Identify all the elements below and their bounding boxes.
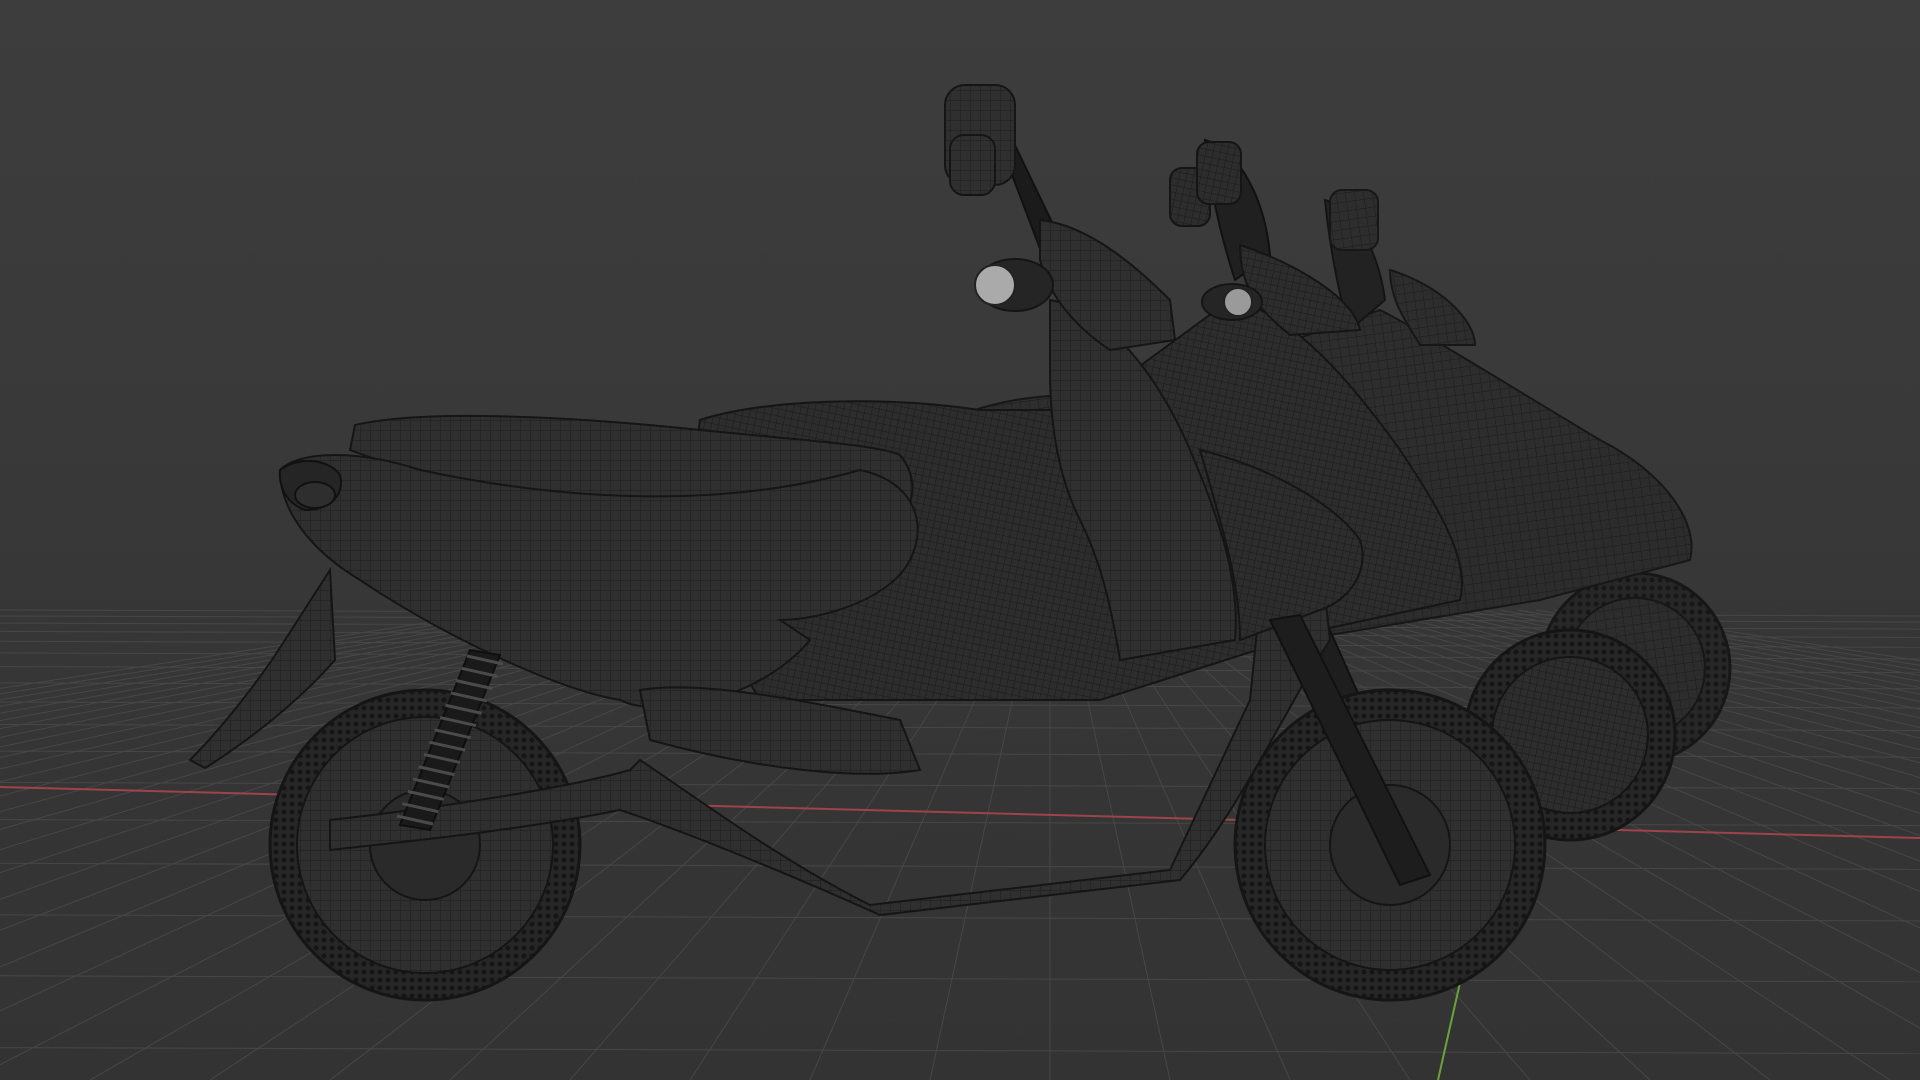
headlight-front bbox=[974, 264, 1016, 306]
3d-viewport[interactable] bbox=[0, 0, 1920, 1080]
lower-body-front bbox=[638, 686, 922, 775]
scooter-front[interactable] bbox=[0, 0, 1920, 1080]
